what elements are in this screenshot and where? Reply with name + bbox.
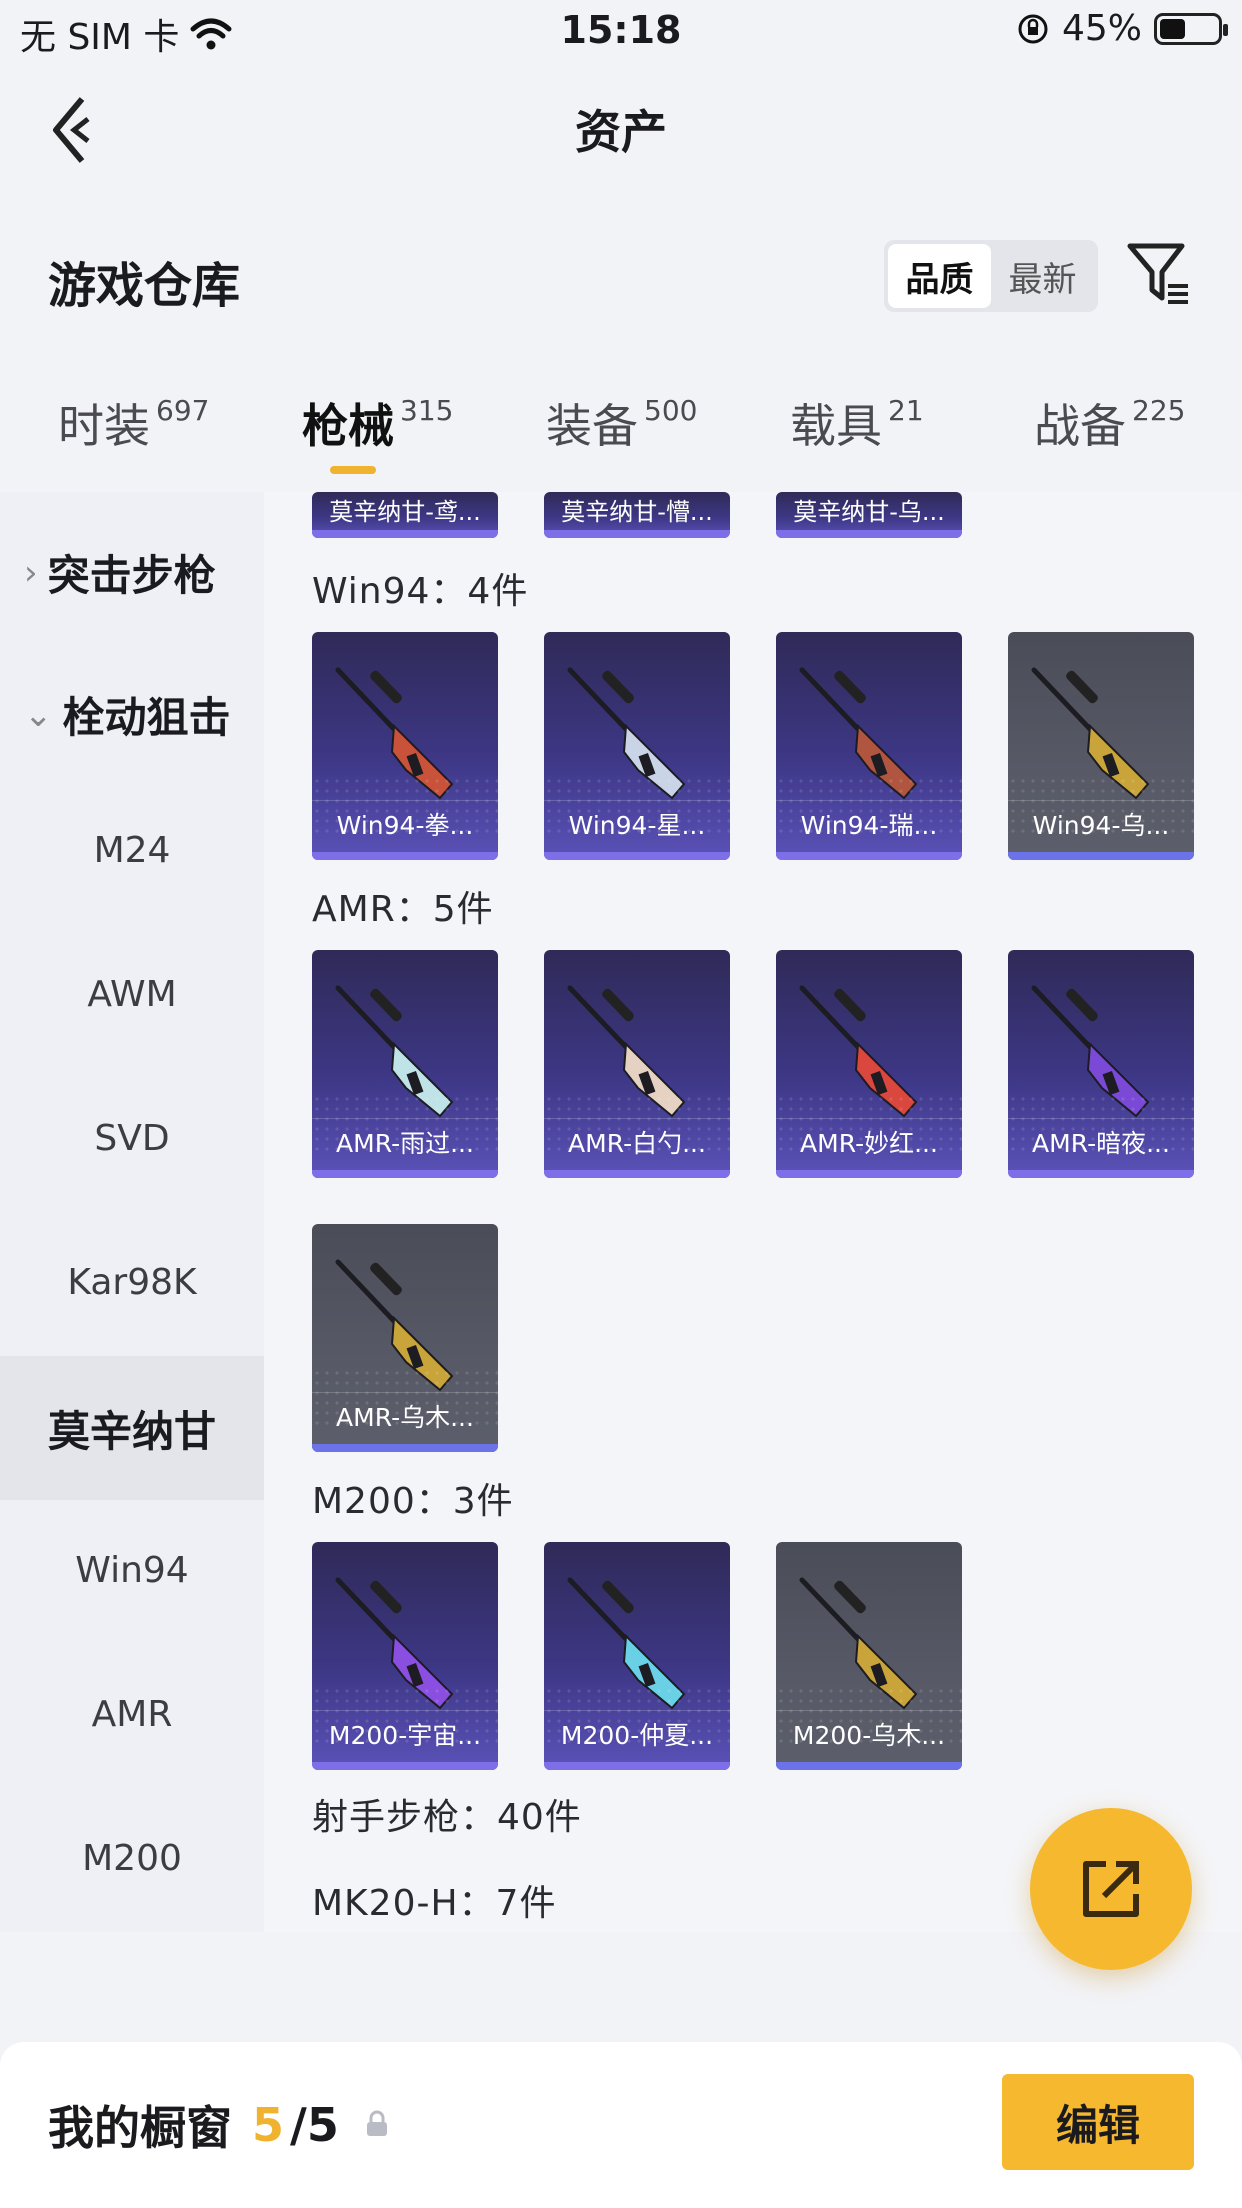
status-right-group: 45% [1016, 8, 1228, 49]
weapon-card[interactable]: 莫辛纳甘-鸢... [312, 492, 498, 538]
tab-equipment[interactable]: 装备 500 [546, 390, 697, 456]
edit-button[interactable]: 编辑 [1002, 2074, 1194, 2170]
weapon-card-name: 莫辛纳甘-懵... [561, 498, 713, 526]
weapon-card-name: Win94-乌... [1008, 800, 1194, 850]
tab-supplies[interactable]: 战备 225 [1034, 390, 1185, 456]
my-window-title: 我的橱窗 5/5 [48, 2092, 339, 2158]
group-label-m200: M200：3件 [312, 1481, 514, 1522]
filter-button[interactable] [1124, 238, 1194, 308]
window-count-total: /5 [290, 2098, 339, 2152]
weapon-card-name: Win94-瑞... [776, 800, 962, 850]
weapon-card[interactable]: Win94-瑞... [776, 632, 962, 860]
active-tab-indicator [330, 466, 376, 474]
weapon-card[interactable]: Win94-拳... [312, 632, 498, 860]
weapon-card[interactable]: M200-宇宙... [312, 1542, 498, 1770]
weapon-card-name: Win94-拳... [312, 800, 498, 850]
sidebar-item-m200[interactable]: M200 [0, 1838, 264, 1879]
share-button[interactable] [1030, 1808, 1192, 1970]
weapon-card[interactable]: AMR-白勺... [544, 950, 730, 1178]
window-count-current: 5 [252, 2098, 285, 2152]
tab-guns[interactable]: 枪械 315 [302, 390, 453, 456]
weapon-card-name: AMR-暗夜... [1008, 1118, 1194, 1168]
weapon-card-name: 莫辛纳甘-鸢... [329, 498, 481, 526]
sidebar-item-mosin[interactable]: 莫辛纳甘 [0, 1356, 264, 1500]
quality-bar [1008, 1170, 1194, 1178]
battery-percent: 45% [1061, 8, 1142, 49]
weapon-type-sidebar: › 突击步枪 ⌄ 栓动狙击 M24 AWM SVD Kar98K 莫辛纳甘 Wi… [0, 492, 264, 1932]
group-label-mk20h: MK20-H：7件 [312, 1883, 557, 1924]
quality-bar [312, 530, 498, 538]
category-tabs: 时装 697 枪械 315 装备 500 载具 21 战备 225 [0, 390, 1242, 490]
quality-bar [312, 1762, 498, 1770]
chevron-down-icon: ⌄ [24, 694, 53, 735]
weapon-card-name: M200-宇宙... [312, 1710, 498, 1760]
weapon-card[interactable]: 莫辛纳甘-懵... [544, 492, 730, 538]
sidebar-item-svd[interactable]: SVD [0, 1118, 264, 1159]
quality-bar [776, 1170, 962, 1178]
quality-bar [312, 1170, 498, 1178]
sidebar-item-awm[interactable]: AWM [0, 974, 264, 1015]
sidebar-group-label: 突击步枪 [47, 551, 216, 600]
page-title: 资产 [575, 105, 667, 159]
weapon-card[interactable]: 莫辛纳甘-乌... [776, 492, 962, 538]
weapon-card-name: M200-乌木... [776, 1710, 962, 1760]
sidebar-group-bolt-action[interactable]: ⌄ 栓动狙击 [24, 684, 231, 745]
chevron-right-icon: › [24, 552, 38, 593]
weapon-card[interactable]: AMR-乌木... [312, 1224, 498, 1452]
quality-bar [776, 852, 962, 860]
lock-icon [367, 2110, 387, 2136]
weapon-card-name: 莫辛纳甘-乌... [793, 498, 945, 526]
quality-bar [544, 1170, 730, 1178]
weapon-card[interactable]: M200-仲夏... [544, 1542, 730, 1770]
sidebar-item-win94[interactable]: Win94 [0, 1550, 264, 1591]
weapon-card-name: Win94-星... [544, 800, 730, 850]
weapon-card[interactable]: AMR-妙红... [776, 950, 962, 1178]
weapon-card[interactable]: AMR-暗夜... [1008, 950, 1194, 1178]
weapon-card[interactable]: M200-乌木... [776, 1542, 962, 1770]
my-window-label: 我的橱窗 [48, 2101, 232, 2155]
sidebar-group-label: 栓动狙击 [62, 693, 231, 742]
sort-toggle: 品质 最新 [884, 240, 1098, 312]
sidebar-item-kar98k[interactable]: Kar98K [0, 1262, 264, 1303]
filter-icon [1127, 243, 1188, 304]
weapon-card-name: AMR-乌木... [312, 1392, 498, 1442]
quality-bar [544, 530, 730, 538]
warehouse-title: 游戏仓库 [48, 258, 241, 314]
rotation-lock-icon [1018, 14, 1048, 43]
group-label-amr: AMR：5件 [312, 889, 494, 930]
tab-fashion[interactable]: 时装 697 [58, 390, 209, 456]
share-icon [1083, 1861, 1139, 1917]
sidebar-group-assault-rifles[interactable]: › 突击步枪 [24, 542, 216, 603]
quality-bar [776, 530, 962, 538]
quality-bar [776, 1762, 962, 1770]
weapon-card-name: AMR-白勺... [544, 1118, 730, 1168]
weapon-grid: 莫辛纳甘-鸢... 莫辛纳甘-懵... 莫辛纳甘-乌... Win94：4件 W… [264, 492, 1242, 1932]
quality-bar [544, 852, 730, 860]
weapon-card[interactable]: AMR-雨过... [312, 950, 498, 1178]
battery-icon [1154, 12, 1228, 45]
quality-bar [312, 852, 498, 860]
tab-vehicles[interactable]: 载具 21 [790, 390, 924, 456]
sort-newest-option[interactable]: 最新 [991, 244, 1094, 308]
quality-bar [1008, 852, 1194, 860]
group-label-win94: Win94：4件 [312, 571, 529, 612]
weapon-card-name: AMR-雨过... [312, 1118, 498, 1168]
weapon-card[interactable]: Win94-乌... [1008, 632, 1194, 860]
weapon-card-name: AMR-妙红... [776, 1118, 962, 1168]
group-label-marksman: 射手步枪：40件 [312, 1797, 582, 1838]
sidebar-item-amr[interactable]: AMR [0, 1694, 264, 1735]
battery-level [1160, 18, 1186, 39]
weapon-card[interactable]: Win94-星... [544, 632, 730, 860]
quality-bar [312, 1444, 498, 1452]
sidebar-item-m24[interactable]: M24 [0, 830, 264, 871]
quality-bar [544, 1762, 730, 1770]
weapon-card-name: M200-仲夏... [544, 1710, 730, 1760]
sort-quality-option[interactable]: 品质 [888, 244, 991, 308]
